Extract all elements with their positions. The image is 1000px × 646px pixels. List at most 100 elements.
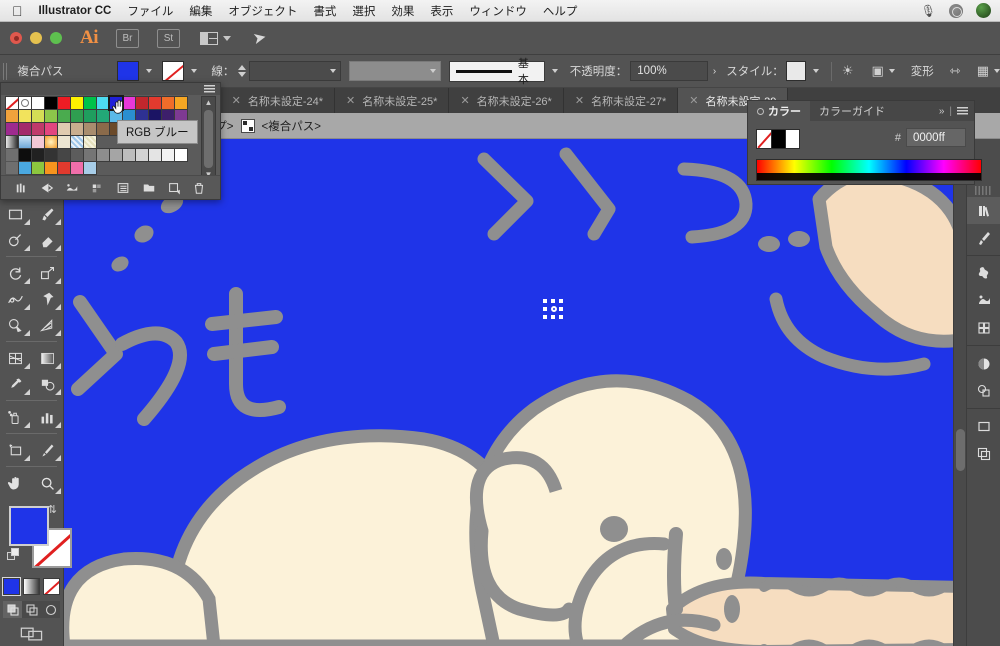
menu-select[interactable]: 選択 (352, 3, 375, 19)
swatch-gradient[interactable] (18, 135, 32, 149)
swatch[interactable] (174, 148, 188, 162)
paintbrush-tool[interactable] (32, 201, 64, 227)
swatch[interactable] (70, 96, 84, 110)
panel-menu-icon[interactable] (957, 107, 968, 115)
close-icon[interactable]: ✕ (232, 94, 241, 107)
tab-document-1[interactable]: ✕ 名称未設定-24* (220, 88, 336, 113)
free-transform-tool[interactable] (32, 286, 64, 312)
arrange-documents-button[interactable] (200, 31, 231, 45)
gradient-mode-button[interactable] (23, 578, 40, 595)
image-trace-panel-icon[interactable] (967, 287, 1000, 314)
default-fill-stroke-icon[interactable] (7, 548, 20, 561)
change-screen-mode-button[interactable] (0, 625, 63, 642)
black-swatch[interactable] (771, 129, 786, 149)
stock-button[interactable]: St (157, 28, 180, 48)
swatch-folder[interactable] (5, 161, 19, 175)
opacity-input[interactable]: 100% (630, 61, 708, 81)
swatch[interactable] (83, 96, 97, 110)
select-similar-icon[interactable]: ▣ (872, 63, 884, 79)
swatch[interactable] (83, 148, 97, 162)
new-swatch-icon[interactable] (167, 181, 181, 195)
color-group-icon[interactable] (65, 181, 79, 195)
fill-dropdown-icon[interactable] (146, 69, 153, 73)
swatch[interactable] (5, 122, 19, 136)
close-icon[interactable]: ✕ (460, 94, 469, 107)
libraries-panel-icon[interactable] (967, 197, 1000, 224)
swatch[interactable] (148, 148, 162, 162)
swatch[interactable] (135, 148, 149, 162)
stroke-weight-input[interactable] (249, 61, 342, 81)
artboard-canvas[interactable] (64, 139, 966, 646)
swatch[interactable] (18, 161, 32, 175)
swatch-registration[interactable] (18, 96, 32, 110)
maximize-button[interactable] (50, 32, 62, 44)
style-dropdown-icon[interactable] (812, 69, 819, 73)
opacity-expand-icon[interactable]: › (713, 66, 716, 77)
color-panel[interactable]: カラー カラーガイド » | # 0000ff (747, 100, 982, 185)
hand-tool[interactable] (0, 470, 32, 496)
swatch[interactable] (83, 122, 97, 136)
white-swatch[interactable] (785, 129, 800, 149)
menu-type[interactable]: 書式 (313, 3, 336, 19)
panel-menu-icon[interactable] (204, 85, 215, 93)
swatch[interactable] (31, 148, 45, 162)
swatch[interactable] (161, 148, 175, 162)
artboards-panel-icon[interactable] (967, 413, 1000, 440)
swatch[interactable] (18, 122, 32, 136)
swatch[interactable] (161, 96, 175, 110)
selected-anchor-point[interactable] (543, 299, 566, 321)
menu-object[interactable]: オブジェクト (228, 3, 297, 19)
column-graph-tool[interactable] (32, 404, 64, 430)
swatch[interactable] (96, 109, 110, 123)
symbol-sprayer-tool[interactable] (0, 404, 32, 430)
swatches-panel-icon[interactable] (967, 314, 1000, 341)
swatch[interactable] (70, 109, 84, 123)
swatch-folder[interactable] (5, 148, 19, 162)
expand-panel-icon[interactable]: » (939, 106, 945, 117)
width-tool[interactable] (0, 286, 32, 312)
swatches-scrollbar[interactable]: ▲ ▼ (201, 96, 216, 182)
menu-help[interactable]: ヘルプ (543, 3, 578, 19)
swatch[interactable] (31, 161, 45, 175)
show-swatch-kinds-icon[interactable] (40, 181, 54, 195)
swatch-gradient[interactable] (5, 135, 19, 149)
draw-behind-button[interactable] (22, 601, 41, 618)
swatch[interactable] (31, 96, 45, 110)
close-icon[interactable]: ✕ (346, 94, 355, 107)
rocket-icon[interactable]: ➤ (251, 27, 268, 49)
tab-color-guide[interactable]: カラーガイド (810, 101, 894, 121)
eyedropper-tool[interactable] (0, 371, 32, 397)
tab-document-3[interactable]: ✕ 名称未設定-26* (449, 88, 564, 113)
rotate-tool[interactable] (0, 260, 32, 286)
swatch[interactable] (83, 161, 97, 175)
stroke-dropdown-icon[interactable] (191, 69, 198, 73)
scrollbar-thumb[interactable] (956, 429, 965, 471)
fill-swatch-large[interactable] (9, 506, 49, 546)
swatch[interactable] (57, 161, 71, 175)
swatch[interactable] (109, 148, 123, 162)
zoom-tool[interactable] (32, 470, 64, 496)
blend-tool[interactable] (32, 371, 64, 397)
swatch-none[interactable] (5, 96, 19, 110)
distribute-icon[interactable]: ▦ (977, 63, 989, 79)
artboard-tool[interactable] (0, 437, 32, 463)
chevron-down-icon[interactable] (888, 69, 895, 73)
swatch[interactable] (31, 109, 45, 123)
gradient-tool[interactable] (32, 345, 64, 371)
swatch-pattern[interactable] (57, 135, 71, 149)
swatch-pattern[interactable] (83, 135, 97, 149)
user-avatar-icon[interactable] (976, 3, 991, 18)
list-view-icon[interactable] (116, 181, 130, 195)
swatch[interactable] (44, 122, 58, 136)
swatch[interactable] (122, 148, 136, 162)
hex-input[interactable]: 0000ff (906, 128, 966, 147)
minimize-button[interactable] (30, 32, 42, 44)
swap-fill-stroke-icon[interactable]: ⇅ (48, 503, 57, 516)
transparency-panel-icon[interactable] (967, 350, 1000, 377)
swatch-gradient[interactable] (44, 135, 58, 149)
color-spectrum-ramp[interactable] (756, 159, 982, 181)
brush-definition-box[interactable]: 基本 (448, 58, 545, 86)
swatch[interactable] (57, 109, 71, 123)
appearance-panel-icon[interactable] (967, 377, 1000, 404)
menu-file[interactable]: ファイル (127, 3, 173, 19)
